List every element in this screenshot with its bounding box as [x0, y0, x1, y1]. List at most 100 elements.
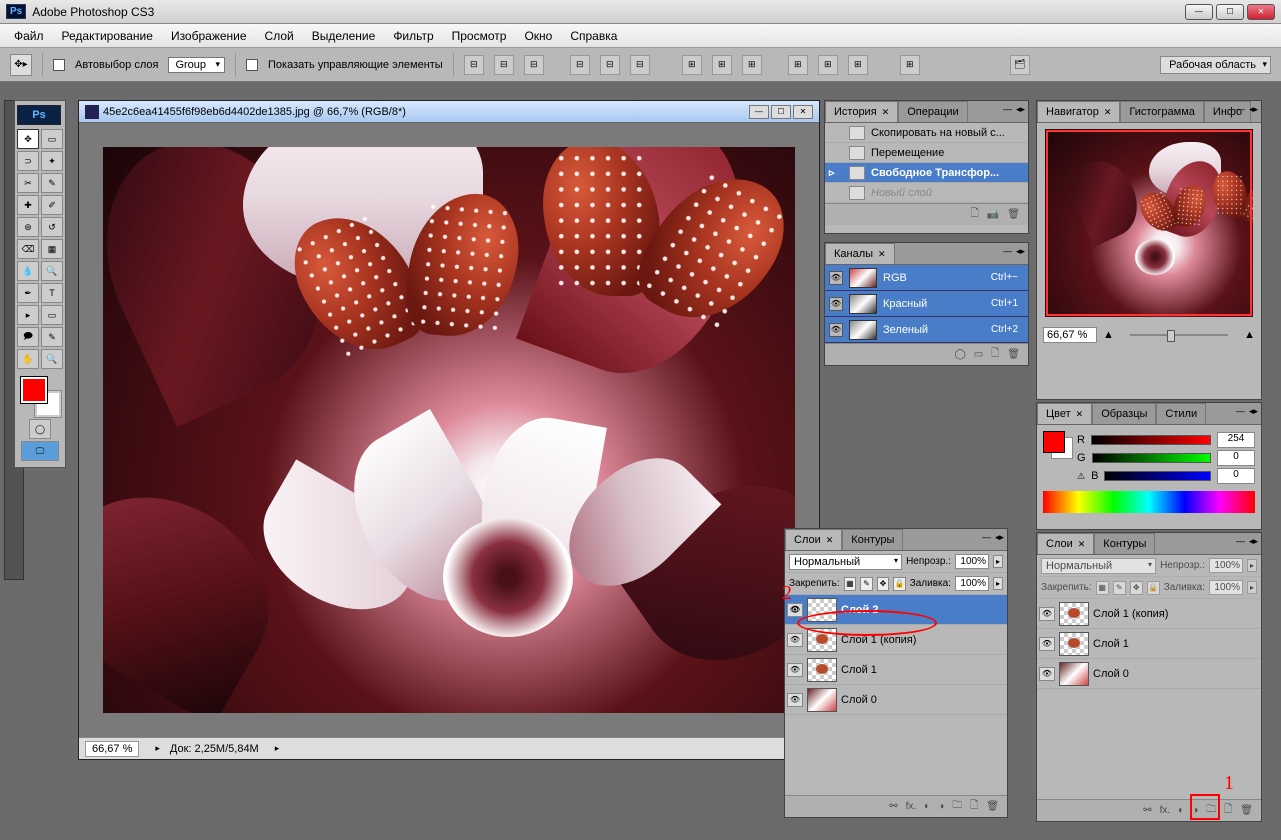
fill-input[interactable] [1209, 580, 1243, 595]
active-tool-icon[interactable]: ✥▸ [10, 54, 32, 76]
visibility-icon[interactable]: 👁 [829, 297, 843, 311]
tab-styles[interactable]: Стили [1156, 403, 1206, 424]
new-layer-icon[interactable]: 🗋 [1224, 802, 1232, 819]
navigator-zoom-input[interactable] [1043, 327, 1097, 343]
load-selection-icon[interactable]: ◯ [955, 349, 966, 360]
visibility-icon[interactable]: 👁 [1039, 637, 1055, 651]
g-slider[interactable] [1092, 453, 1211, 463]
blur-tool[interactable]: 💧 [17, 261, 39, 281]
menu-view[interactable]: Просмотр [444, 27, 515, 45]
visibility-icon[interactable]: 👁 [787, 633, 803, 647]
distribute-icon[interactable]: ⊞ [788, 55, 808, 75]
layer-style-icon[interactable]: fx. [906, 801, 917, 812]
goto-bridge-icon[interactable]: 🗂 [1010, 55, 1030, 75]
zoom-out-icon[interactable]: ▲ [1103, 329, 1114, 341]
doc-maximize-button[interactable]: ☐ [771, 105, 791, 119]
lock-all-icon[interactable]: 🔒 [1147, 581, 1160, 595]
opacity-flyout-icon[interactable]: ▸ [993, 555, 1003, 568]
panel-close-icon[interactable]: ◂▸ [1249, 536, 1258, 547]
panel-close-icon[interactable]: ◂▸ [1016, 246, 1025, 257]
type-tool[interactable]: T [41, 283, 63, 303]
tab-paths[interactable]: Контуры [842, 529, 903, 550]
gradient-tool[interactable]: ▦ [41, 239, 63, 259]
opacity-flyout-icon[interactable]: ▸ [1247, 559, 1257, 572]
foreground-color[interactable] [21, 377, 47, 403]
lock-pixels-icon[interactable]: ✎ [860, 577, 873, 591]
link-layers-icon[interactable]: ⚯ [1143, 805, 1151, 816]
trash-icon[interactable]: 🗑 [1007, 209, 1020, 220]
layer-thumbnail[interactable] [1059, 632, 1089, 656]
panel-close-icon[interactable]: ◂▸ [995, 532, 1004, 543]
wand-tool[interactable]: ✦ [41, 151, 63, 171]
layer-item[interactable]: 👁Слой 1 [1037, 629, 1261, 659]
blend-mode-select[interactable]: Нормальный [1041, 558, 1156, 574]
slice-tool[interactable]: ✎ [41, 173, 63, 193]
new-channel-icon[interactable]: 🗋 [991, 346, 999, 363]
opacity-input[interactable] [955, 554, 989, 569]
trash-icon[interactable]: 🗑 [986, 801, 999, 812]
group-icon[interactable]: 🗀 [1206, 802, 1216, 819]
layer-thumbnail[interactable] [807, 598, 837, 622]
shape-tool[interactable]: ▭ [41, 305, 63, 325]
save-selection-icon[interactable]: ▭ [974, 349, 983, 360]
layer-item[interactable]: 👁Слой 2 [785, 595, 1007, 625]
layer-item[interactable]: 👁Слой 0 [785, 685, 1007, 715]
spectrum-ramp[interactable] [1043, 491, 1255, 513]
trash-icon[interactable]: 🗑 [1007, 349, 1020, 360]
doc-minimize-button[interactable]: — [749, 105, 769, 119]
fill-input[interactable] [955, 576, 989, 591]
lock-move-icon[interactable]: ✥ [1130, 581, 1143, 595]
layer-thumbnail[interactable] [807, 658, 837, 682]
panel-minimize-icon[interactable]: — [1236, 536, 1245, 547]
layer-mask-icon[interactable]: ◐ [924, 801, 930, 812]
panel-minimize-icon[interactable]: — [1003, 104, 1012, 115]
b-value[interactable]: 0 [1217, 468, 1255, 484]
marquee-tool[interactable]: ▭ [41, 129, 63, 149]
minimize-button[interactable]: — [1185, 4, 1213, 20]
lock-pixels-icon[interactable]: ✎ [1113, 581, 1126, 595]
history-item[interactable]: Новый слой [825, 183, 1028, 203]
stamp-tool[interactable]: ⊛ [17, 217, 39, 237]
auto-align-icon[interactable]: ⊞ [900, 55, 920, 75]
panel-minimize-icon[interactable]: — [1236, 406, 1245, 417]
layer-item[interactable]: 👁Слой 1 (копия) [1037, 599, 1261, 629]
layer-mask-icon[interactable]: ◐ [1178, 805, 1184, 816]
notes-tool[interactable]: 🗩 [17, 327, 39, 347]
distribute-icon[interactable]: ⊞ [682, 55, 702, 75]
layer-item[interactable]: 👁Слой 1 [785, 655, 1007, 685]
history-item[interactable]: ▹Свободное Трансфор... [825, 163, 1028, 183]
close-button[interactable]: ✕ [1247, 4, 1275, 20]
zoom-in-icon[interactable]: ▲ [1244, 329, 1255, 341]
tab-color[interactable]: Цвет✕ [1037, 403, 1092, 424]
g-value[interactable]: 0 [1217, 450, 1255, 466]
menu-file[interactable]: Файл [6, 27, 52, 45]
trash-icon[interactable]: 🗑 [1240, 805, 1253, 816]
lock-move-icon[interactable]: ✥ [877, 577, 890, 591]
tab-actions[interactable]: Операции [898, 101, 967, 122]
canvas[interactable] [79, 123, 819, 737]
panel-close-icon[interactable]: ◂▸ [1249, 406, 1258, 417]
panel-minimize-icon[interactable]: — [1236, 104, 1245, 115]
tab-layers[interactable]: Слои✕ [1037, 533, 1094, 554]
tab-histogram[interactable]: Гистограмма [1120, 101, 1204, 122]
visibility-icon[interactable]: 👁 [1039, 607, 1055, 621]
workspace-select[interactable]: Рабочая область [1160, 56, 1271, 74]
layer-thumbnail[interactable] [807, 628, 837, 652]
menu-filter[interactable]: Фильтр [385, 27, 441, 45]
align-icon[interactable]: ⊟ [570, 55, 590, 75]
navigator-thumbnail[interactable] [1045, 129, 1253, 317]
panel-close-icon[interactable]: ◂▸ [1249, 104, 1258, 115]
heal-tool[interactable]: ✚ [17, 195, 39, 215]
layer-thumbnail[interactable] [807, 688, 837, 712]
docinfo-flyout-icon[interactable]: ▸ [275, 743, 280, 754]
fill-flyout-icon[interactable]: ▸ [993, 577, 1003, 590]
pen-tool[interactable]: ✒ [17, 283, 39, 303]
blend-mode-select[interactable]: Нормальный [789, 554, 902, 570]
menu-select[interactable]: Выделение [304, 27, 384, 45]
quickmask-toggle[interactable]: ◯ [29, 419, 51, 439]
brush-tool[interactable]: ✐ [41, 195, 63, 215]
channel-red[interactable]: 👁КрасныйCtrl+1 [825, 291, 1028, 317]
snapshot-icon[interactable]: 📷 [987, 209, 999, 220]
fill-flyout-icon[interactable]: ▸ [1247, 581, 1257, 594]
distribute-icon[interactable]: ⊞ [848, 55, 868, 75]
